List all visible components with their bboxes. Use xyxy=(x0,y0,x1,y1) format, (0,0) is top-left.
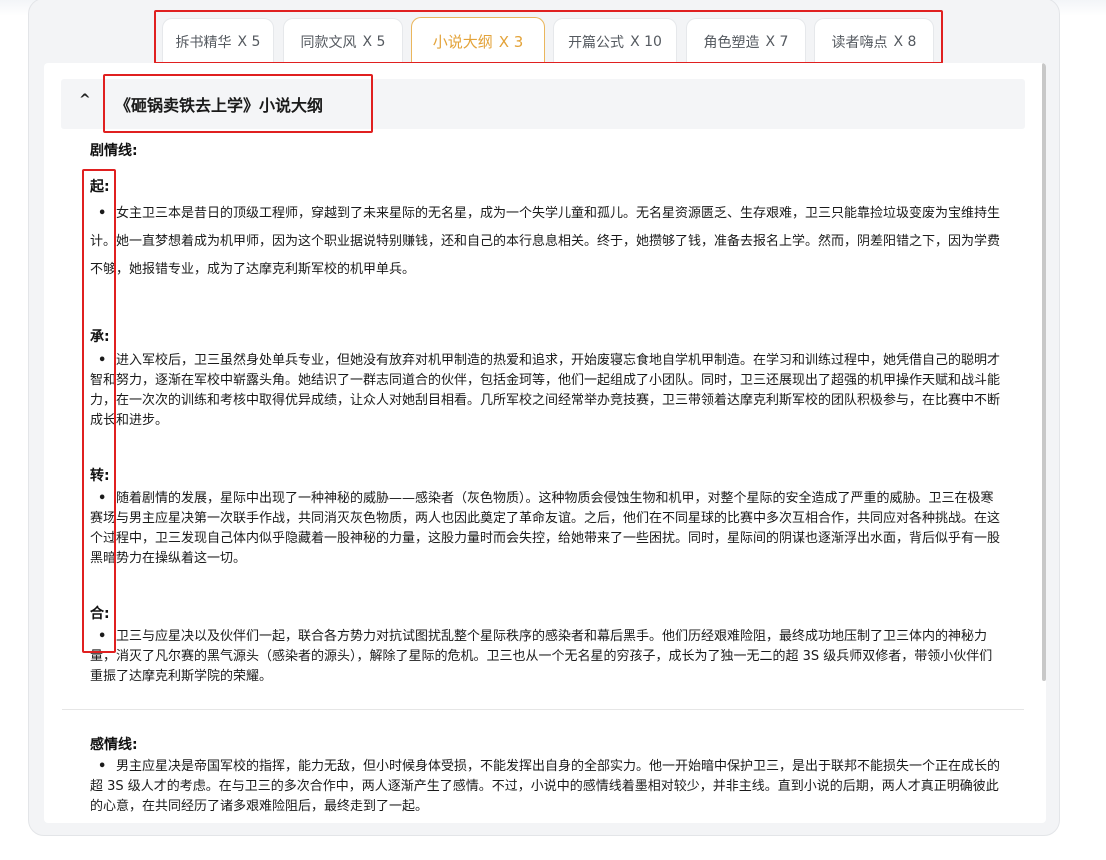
scrollbar-thumb[interactable] xyxy=(1042,63,1046,681)
collapse-caret-icon[interactable]: ^ xyxy=(79,92,91,108)
stage-zhuan-content: 随着剧情的发展，星际中出现了一种神秘的威胁——感染者（灰色物质）。这种物质会侵蚀… xyxy=(90,491,1001,566)
stages-annotation-box xyxy=(82,169,116,653)
stage-text-cheng: • 进入军校后，卫三虽然身处单兵专业，但她没有放弃对机甲制造的热爱和追求，开始废寝… xyxy=(90,351,1000,431)
stage-text-qi: • 女主卫三本是昔日的顶级工程师，穿越到了未来星际的无名星，成为一个失学儿童和孤儿… xyxy=(90,200,1000,284)
tabs-annotation-box xyxy=(154,10,943,64)
section-divider xyxy=(62,709,1024,710)
stage-qi-content: 女主卫三本是昔日的顶级工程师，穿越到了未来星际的无名星，成为一个失学儿童和孤儿。… xyxy=(90,206,1001,277)
stage-text-he: • 卫三与应星决以及伙伴们一起，联合各方势力对抗试图扰乱整个星际秩序的感染者和幕后… xyxy=(90,627,1000,687)
romance-heading: 感情线: xyxy=(90,737,138,753)
scrollbar[interactable] xyxy=(1040,63,1046,823)
title-annotation-box xyxy=(103,74,373,133)
stage-he-content: 卫三与应星决以及伙伴们一起，联合各方势力对抗试图扰乱整个星际秩序的感染者和幕后黑… xyxy=(90,629,993,684)
plot-heading: 剧情线: xyxy=(90,143,138,159)
romance-content: 男主应星决是帝国军校的指挥，能力无敌，但小时候身体受损，不能发挥出自身的全部实力… xyxy=(90,759,1001,814)
bullet-icon: • xyxy=(98,759,107,774)
stage-cheng-content: 进入军校后，卫三虽然身处单兵专业，但她没有放弃对机甲制造的热爱和追求，开始废寝忘… xyxy=(90,353,1001,428)
content-card: ^ 《砸锅卖铁去上学》小说大纲 剧情线: 起: • 女主卫三本是昔日的顶级工程师，… xyxy=(44,63,1046,823)
romance-text: • 男主应星决是帝国军校的指挥，能力无敌，但小时候身体受损，不能发挥出自身的全部实… xyxy=(90,757,1000,817)
stage-text-zhuan: • 随着剧情的发展，星际中出现了一种神秘的威胁——感染者（灰色物质）。这种物质会侵… xyxy=(90,489,1000,569)
